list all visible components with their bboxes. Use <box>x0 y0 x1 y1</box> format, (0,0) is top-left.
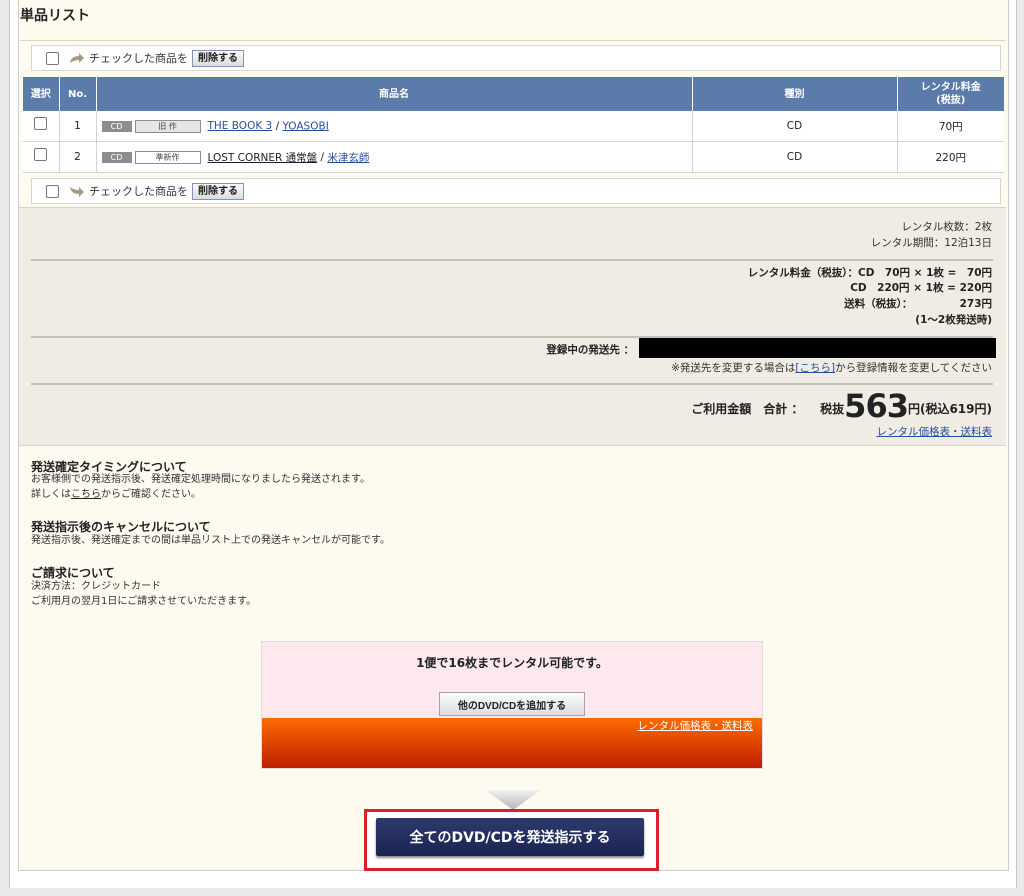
rental-item-table: 選択 No. 商品名 種別 レンタル料金 (税抜) 1 CD 旧 作 THE BOO… <box>23 77 1004 173</box>
column-header-fee: レンタル料金 (税抜) <box>897 77 1004 111</box>
redacted-address <box>639 338 996 358</box>
rental-fee-line: レンタル料金（税抜）：CD 70円 × 1枚 = 70円 <box>747 267 992 279</box>
info-text: からご確認ください。 <box>101 489 201 500</box>
chevron-down-icon <box>485 790 541 810</box>
page-bottom <box>0 888 1024 896</box>
total-suffix: 円(税込619円) <box>907 402 992 416</box>
product-name-cell: CD 旧 作 THE BOOK 3 / YOASOBI <box>96 111 693 142</box>
address-note: ※発送先を変更する場合は[こちら]から登録情報を変更してください <box>671 360 992 375</box>
product-type: CD <box>692 111 898 142</box>
table-row: 2 CD 準新作 LOST CORNER 通常盤 / 米津玄師 CD 220円 <box>23 141 1004 173</box>
rental-period: レンタル期間：12泊13日 <box>870 237 992 249</box>
address-change-link[interactable]: [こちら] <box>795 362 835 374</box>
column-header-select: 選択 <box>23 77 60 111</box>
table-row: 1 CD 旧 作 THE BOOK 3 / YOASOBI CD 70円 <box>23 111 1004 142</box>
row-number: 1 <box>59 111 97 142</box>
shipping-timing-detail: 詳しくはこちらからご確認ください。 <box>31 487 201 502</box>
bulk-action-bar-top: チェックした商品を 削除する <box>31 45 1001 71</box>
product-type: CD <box>692 141 898 173</box>
fee-header-line2: (税抜) <box>936 95 966 106</box>
price-table-link-wrap: レンタル価格表・送料表 <box>877 424 993 439</box>
artist-link[interactable]: YOASOBI <box>282 120 328 132</box>
promo-message: 1便で16枚までレンタル可能です。 <box>416 656 608 670</box>
column-header-type: 種別 <box>692 77 898 111</box>
arrow-icon <box>70 186 84 197</box>
divider <box>31 259 993 261</box>
product-title-link[interactable]: LOST CORNER 通常盤 <box>208 152 318 164</box>
ship-all-button[interactable]: 全てのDVD/CDを発送指示する <box>376 818 644 856</box>
address-note-text: から登録情報を変更してください <box>835 362 992 374</box>
bulk-action-label: チェックした商品を <box>89 52 188 65</box>
artist-link[interactable]: 米津玄師 <box>327 152 369 164</box>
bulk-action-label: チェックした商品を <box>89 185 188 198</box>
rental-summary: レンタル枚数：2枚 レンタル期間：12泊13日 レンタル料金（税抜）：CD 70… <box>19 207 1006 446</box>
select-all-checkbox[interactable] <box>46 184 59 198</box>
tax-excluded-label: 税抜 <box>820 402 845 416</box>
product-title-link[interactable]: THE BOOK 3 <box>208 120 273 132</box>
delete-checked-button[interactable]: 削除する <box>192 49 244 67</box>
rental-fee-line: CD 220円 × 1枚 = 220円 <box>850 282 992 294</box>
address-label: 登録中の発送先 ： <box>546 344 634 356</box>
promo-price-table-link[interactable]: レンタル価格表・送料表 <box>638 718 754 733</box>
shipping-fee-note: (1〜2枚発送時) <box>915 314 992 326</box>
delete-checked-button[interactable]: 削除する <box>192 182 244 200</box>
price-table-link[interactable]: レンタル価格表・送料表 <box>877 426 993 438</box>
row-checkbox[interactable] <box>34 117 47 130</box>
address-note-text: ※発送先を変更する場合は <box>671 362 796 374</box>
release-status-badge: 旧 作 <box>134 119 201 133</box>
total-amount: 563 <box>844 387 909 425</box>
shipping-timing-text: お客様側での発送指示後、発送確定処理時間になりましたら発送されます。 <box>31 474 370 485</box>
fee-header-line1: レンタル料金 <box>920 82 981 93</box>
billing-schedule: ご利用月の翌月1日にご請求させていただきます。 <box>31 596 257 607</box>
section-title: 単品リスト <box>20 8 90 24</box>
add-more-button[interactable]: 他のDVD/CDを追加する <box>439 692 585 716</box>
media-badge: CD <box>101 151 132 163</box>
column-header-name: 商品名 <box>96 77 693 111</box>
billing-method: 決済方法：クレジットカード <box>31 581 161 592</box>
info-text: 詳しくは <box>31 489 71 500</box>
total-label: ご利用金額 合計 ： <box>691 402 804 416</box>
row-number: 2 <box>59 141 97 173</box>
media-badge: CD <box>101 120 132 132</box>
divider <box>31 383 993 385</box>
select-all-checkbox[interactable] <box>46 51 59 65</box>
row-checkbox[interactable] <box>34 148 47 161</box>
arrow-icon <box>70 52 84 63</box>
promo-top: 1便で16枚までレンタル可能です。 他のDVD/CDを追加する <box>262 642 762 718</box>
table-header-row: 選択 No. 商品名 種別 レンタル料金 (税抜) <box>23 77 1004 111</box>
row-select-cell <box>23 111 60 142</box>
bulk-action-bar-bottom: チェックした商品を 削除する <box>31 178 1001 204</box>
cancel-text: 発送指示後、発送確定までの間は単品リスト上での発送キャンセルが可能です。 <box>31 535 390 546</box>
details-link[interactable]: こちら <box>71 489 101 500</box>
rental-fee: 220円 <box>897 141 1004 173</box>
divider <box>20 40 1006 41</box>
rental-count: レンタル枚数：2枚 <box>901 221 992 233</box>
product-name-cell: CD 準新作 LOST CORNER 通常盤 / 米津玄師 <box>96 141 693 173</box>
column-header-no: No. <box>59 77 97 111</box>
promo-banner: レンタル価格表・送料表 <box>262 718 762 768</box>
total-amount-line: ご利用金額 合計 ： 税抜563円(税込619円) <box>691 387 992 425</box>
rental-fee: 70円 <box>897 111 1004 142</box>
release-status-badge: 準新作 <box>134 150 201 164</box>
row-select-cell <box>23 141 60 173</box>
shipping-fee-line: 送料（税抜）： 273円 <box>844 298 992 310</box>
promo-box: 1便で16枚までレンタル可能です。 他のDVD/CDを追加する レンタル価格表・… <box>261 641 763 769</box>
